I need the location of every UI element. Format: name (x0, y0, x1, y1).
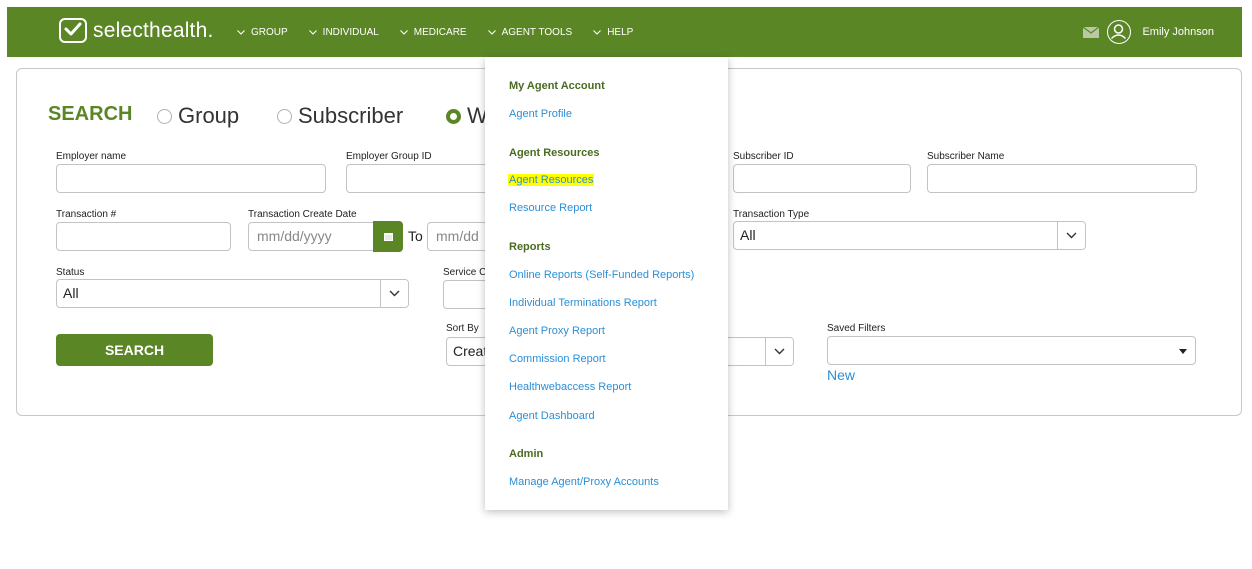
sort-by-value: Creat (453, 343, 488, 359)
nav-agent-tools[interactable]: AGENT TOOLS (487, 26, 573, 38)
chevron-down-icon (308, 27, 317, 38)
transaction-number-label: Transaction # (56, 209, 117, 220)
chevron-down-icon (399, 27, 408, 38)
transaction-create-date-label: Transaction Create Date (248, 209, 357, 220)
chevron-down-icon (487, 27, 496, 38)
dropdown-heading-reports: Reports (509, 241, 551, 253)
nav-individual[interactable]: INDIVIDUAL (308, 26, 379, 38)
nav-medicare-label: MEDICARE (413, 26, 467, 38)
top-navigation-bar: selecthealth. GROUP INDIVIDUAL MEDICARE … (7, 7, 1242, 57)
status-label: Status (56, 267, 85, 278)
search-button[interactable]: SEARCH (56, 334, 213, 366)
radio-button[interactable] (157, 108, 172, 124)
dropdown-heading-my-agent-account: My Agent Account (509, 80, 605, 92)
date-to-input[interactable]: mm/dd (427, 222, 487, 251)
menu-item-agent-proxy-report[interactable]: Agent Proxy Report (509, 325, 605, 337)
chevron-down-icon (765, 338, 793, 365)
service-input[interactable] (443, 280, 487, 309)
menu-item-agent-profile[interactable]: Agent Profile (509, 108, 572, 120)
radio-subscriber-option[interactable]: Subscriber (277, 103, 403, 129)
radio-button-checked[interactable] (446, 108, 461, 124)
transaction-type-label: Transaction Type (733, 209, 810, 220)
transaction-number-input[interactable] (56, 222, 231, 251)
chevron-down-icon (380, 280, 408, 307)
employer-group-id-input[interactable] (346, 164, 485, 193)
transaction-type-select[interactable]: All (733, 221, 1086, 250)
radio-subscriber-label: Subscriber (298, 103, 404, 128)
menu-item-agent-dashboard[interactable]: Agent Dashboard (509, 410, 595, 422)
user-area: Emily Johnson (1083, 7, 1214, 57)
user-avatar-icon[interactable] (1107, 20, 1132, 44)
main-nav: GROUP INDIVIDUAL MEDICARE AGENT TOOLS HE… (237, 7, 654, 57)
radio-button[interactable] (277, 108, 292, 124)
nav-help-label: HELP (607, 26, 634, 38)
radio-group-option[interactable]: Group (157, 103, 239, 129)
calendar-button[interactable] (373, 221, 403, 252)
status-value: All (63, 285, 79, 301)
saved-filters-select[interactable] (827, 336, 1196, 365)
employer-name-input[interactable] (56, 164, 326, 193)
dropdown-arrow-icon (1179, 349, 1187, 354)
chevron-down-icon (1057, 222, 1085, 249)
nav-medicare[interactable]: MEDICARE (399, 26, 467, 38)
brand-name: selecthealth. (93, 19, 214, 42)
nav-individual-label: INDIVIDUAL (322, 26, 379, 38)
subscriber-id-label: Subscriber ID (733, 151, 794, 162)
to-label: To (408, 228, 423, 244)
chevron-down-icon (237, 27, 245, 38)
search-title: SEARCH (48, 103, 133, 125)
menu-item-agent-resources[interactable]: Agent Resources (508, 174, 595, 186)
transaction-type-value: All (740, 227, 756, 243)
status-select[interactable]: All (56, 279, 409, 308)
menu-item-commission-report[interactable]: Commission Report (509, 353, 606, 365)
radio-w-option[interactable]: W (446, 103, 488, 129)
saved-filters-label: Saved Filters (827, 323, 886, 334)
check-heart-icon (59, 18, 87, 43)
nav-agent-tools-label: AGENT TOOLS (501, 26, 573, 38)
menu-item-manage-agent-proxy-accounts[interactable]: Manage Agent/Proxy Accounts (509, 476, 659, 488)
dropdown-heading-admin: Admin (509, 448, 544, 460)
sort-by-label: Sort By (446, 323, 479, 334)
user-name[interactable]: Emily Johnson (1142, 26, 1214, 38)
mail-icon[interactable] (1083, 26, 1100, 38)
menu-item-online-reports[interactable]: Online Reports (Self-Funded Reports) (509, 269, 694, 281)
employer-group-id-label: Employer Group ID (346, 151, 432, 162)
subscriber-name-input[interactable] (927, 164, 1197, 193)
subscriber-name-label: Subscriber Name (927, 151, 1005, 162)
new-filter-link[interactable]: New (827, 367, 855, 383)
nav-help[interactable]: HELP (593, 27, 633, 38)
brand-logo[interactable]: selecthealth. (59, 18, 214, 43)
nav-group-label: GROUP (251, 26, 288, 38)
calendar-icon (383, 233, 393, 241)
chevron-down-icon (593, 27, 602, 38)
menu-item-resource-report[interactable]: Resource Report (509, 202, 592, 214)
service-label: Service C (443, 267, 487, 278)
employer-name-label: Employer name (56, 151, 127, 162)
menu-item-healthwebaccess-report[interactable]: Healthwebaccess Report (509, 381, 631, 393)
date-from-input[interactable]: mm/dd/yyyy (248, 222, 374, 251)
dropdown-heading-agent-resources: Agent Resources (509, 147, 600, 159)
menu-item-individual-terminations-report[interactable]: Individual Terminations Report (509, 297, 657, 309)
nav-group[interactable]: GROUP (237, 27, 288, 38)
subscriber-id-input[interactable] (733, 164, 911, 193)
agent-tools-dropdown: My Agent Account Agent Profile Agent Res… (485, 57, 728, 510)
radio-group-label: Group (178, 103, 240, 128)
